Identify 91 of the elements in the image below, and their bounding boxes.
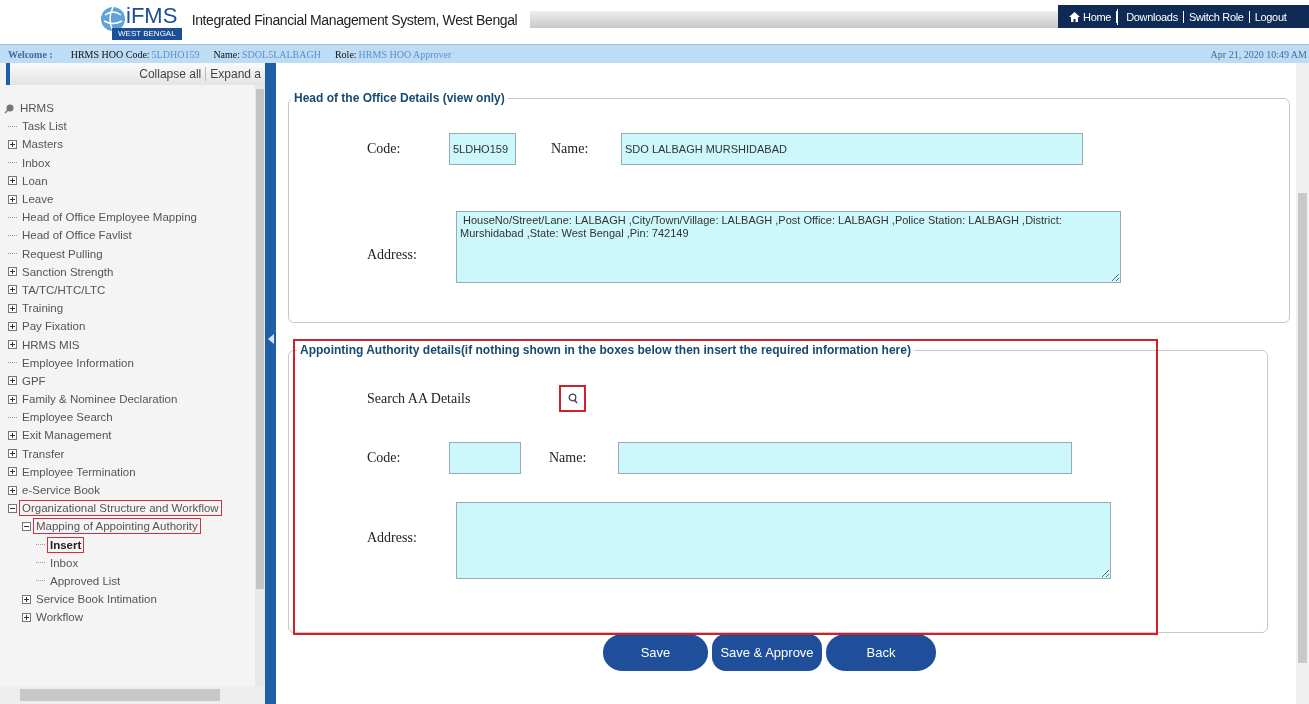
tree-item[interactable]: Transfer [19, 445, 68, 462]
tree-item[interactable]: Inbox [19, 154, 54, 171]
action-button[interactable]: Save [603, 634, 708, 671]
tree-item[interactable]: GPF [19, 372, 49, 389]
info-label: Name: [213, 48, 241, 60]
action-button[interactable]: Back [826, 634, 936, 671]
expand-toggle[interactable] [8, 503, 17, 513]
scrollbar[interactable] [0, 686, 265, 704]
nav-link[interactable]: Downloads [1121, 10, 1184, 23]
expand-toggle[interactable] [8, 285, 17, 295]
expand-toggle[interactable] [22, 612, 31, 622]
field-label: Search AA Details [367, 390, 472, 407]
splitter-handle[interactable] [265, 63, 276, 704]
tree-item[interactable]: Task List [19, 118, 70, 135]
tree-item[interactable]: Loan [19, 172, 51, 189]
tree-item[interactable]: Masters [19, 136, 66, 153]
field-label: Address: [367, 530, 418, 546]
info-label: HRMS HOO Code: [70, 48, 150, 60]
tree-item[interactable]: Family & Nominee Declaration [19, 391, 181, 408]
logo-subtext: WEST BENGAL [112, 28, 182, 40]
expand-toggle[interactable] [8, 303, 17, 313]
expand-toggle[interactable] [22, 594, 31, 604]
nav-link[interactable]: Switch Role [1183, 10, 1250, 23]
tree-item[interactable]: Employee Termination [19, 463, 139, 480]
name-field[interactable]: SDO LALBAGH MURSHIDABAD [621, 133, 1083, 165]
code-field[interactable] [449, 442, 521, 474]
scrollbar[interactable] [255, 85, 265, 686]
search-button[interactable] [559, 385, 586, 412]
tree-item[interactable]: Workflow [33, 609, 87, 626]
tree-item[interactable]: Leave [19, 191, 57, 208]
section-legend: Appointing Authority details(if nothing shown in the boxes below then insert the required information here) [297, 343, 914, 357]
address-field[interactable]: HouseNo/Street/Lane: LALBAGH ,City/Town/Village: LALBAGH ,Post Office: LALBAGH ,Police Station: LALBAGH ,District: Murshidabad ,State: West Bengal ,Pin: 742149 [456, 211, 1121, 283]
expand-toggle[interactable] [8, 376, 17, 386]
info-label: Role: [334, 48, 357, 60]
expand-toggle[interactable] [8, 467, 17, 477]
expand-toggle[interactable] [8, 394, 17, 404]
app-title: Integrated Financial Management System, West Bengal [191, 12, 518, 28]
tree-item[interactable]: Head of Office Favlist [19, 227, 135, 244]
field-label: Address: [367, 247, 418, 263]
tree-item[interactable]: Request Pulling [19, 245, 106, 262]
address-field[interactable] [456, 502, 1111, 579]
tree-item[interactable]: HRMS [17, 100, 57, 117]
tree-item[interactable]: TA/TC/HTC/LTC [19, 281, 109, 298]
tree-item[interactable]: e-Service Book [19, 482, 103, 499]
action-button[interactable]: Save & Approve [712, 634, 822, 671]
tree-item[interactable]: HRMS MIS [19, 336, 83, 353]
tree-item[interactable]: Insert [47, 536, 85, 553]
expand-toggle[interactable] [8, 267, 17, 277]
home-icon [1069, 11, 1080, 22]
tree-item[interactable]: Employee Information [19, 354, 137, 371]
tree-item[interactable]: Approved List [47, 572, 124, 589]
expand-toggle[interactable] [8, 176, 17, 186]
pin-icon [4, 102, 15, 114]
tree-item[interactable]: Employee Search [19, 409, 116, 426]
tree-item[interactable]: Mapping of Appointing Authority [33, 518, 201, 535]
field-label: Name: [549, 450, 588, 466]
tree-item[interactable]: Head of Office Employee Mapping [19, 209, 200, 226]
search-icon [567, 393, 578, 404]
logo-text: iFMS [126, 4, 178, 28]
expand-toggle[interactable] [8, 321, 17, 331]
field-label: Name: [551, 141, 590, 157]
field-label: Code: [367, 450, 402, 466]
info-value: 5LDHO159 [151, 48, 200, 60]
tree-item[interactable]: Sanction Strength [19, 263, 117, 280]
tree-item[interactable]: Service Book Intimation [33, 591, 160, 608]
welcome-text: Welcome : [8, 48, 53, 60]
tree-item[interactable]: Pay Fixation [19, 318, 89, 335]
expand-toggle[interactable] [22, 521, 31, 531]
globe-icon [100, 6, 126, 32]
expand-toggle[interactable] [8, 485, 17, 495]
tree-item[interactable]: Training [19, 300, 67, 317]
section-legend: Head of the Office Details (view only) [291, 91, 508, 105]
field-label: Code: [367, 141, 402, 157]
expand-all-link[interactable]: Expand a [206, 67, 265, 81]
date-time: Apr 21, 2020 10:49 AM [1210, 48, 1307, 60]
expand-toggle[interactable] [8, 430, 17, 440]
tree-item[interactable]: Inbox [47, 554, 82, 571]
expand-toggle[interactable] [8, 449, 17, 459]
tree-item[interactable]: Exit Management [19, 427, 115, 444]
expand-toggle[interactable] [8, 340, 17, 350]
collapse-all-link[interactable]: Collapse all [135, 67, 206, 81]
tree-item[interactable]: Organizational Structure and Workflow [19, 500, 222, 517]
info-value: SDOL5LALBAGH [242, 48, 321, 60]
expand-toggle[interactable] [8, 194, 17, 204]
info-value: HRMS HOO Approver [358, 48, 452, 60]
collapse-arrow-icon [267, 333, 274, 344]
name-field[interactable] [618, 442, 1072, 474]
code-field[interactable]: 5LDHO159 [449, 133, 516, 165]
scrollbar[interactable] [1296, 63, 1309, 704]
expand-toggle[interactable] [8, 139, 17, 149]
nav-link[interactable]: Logout [1249, 10, 1292, 23]
